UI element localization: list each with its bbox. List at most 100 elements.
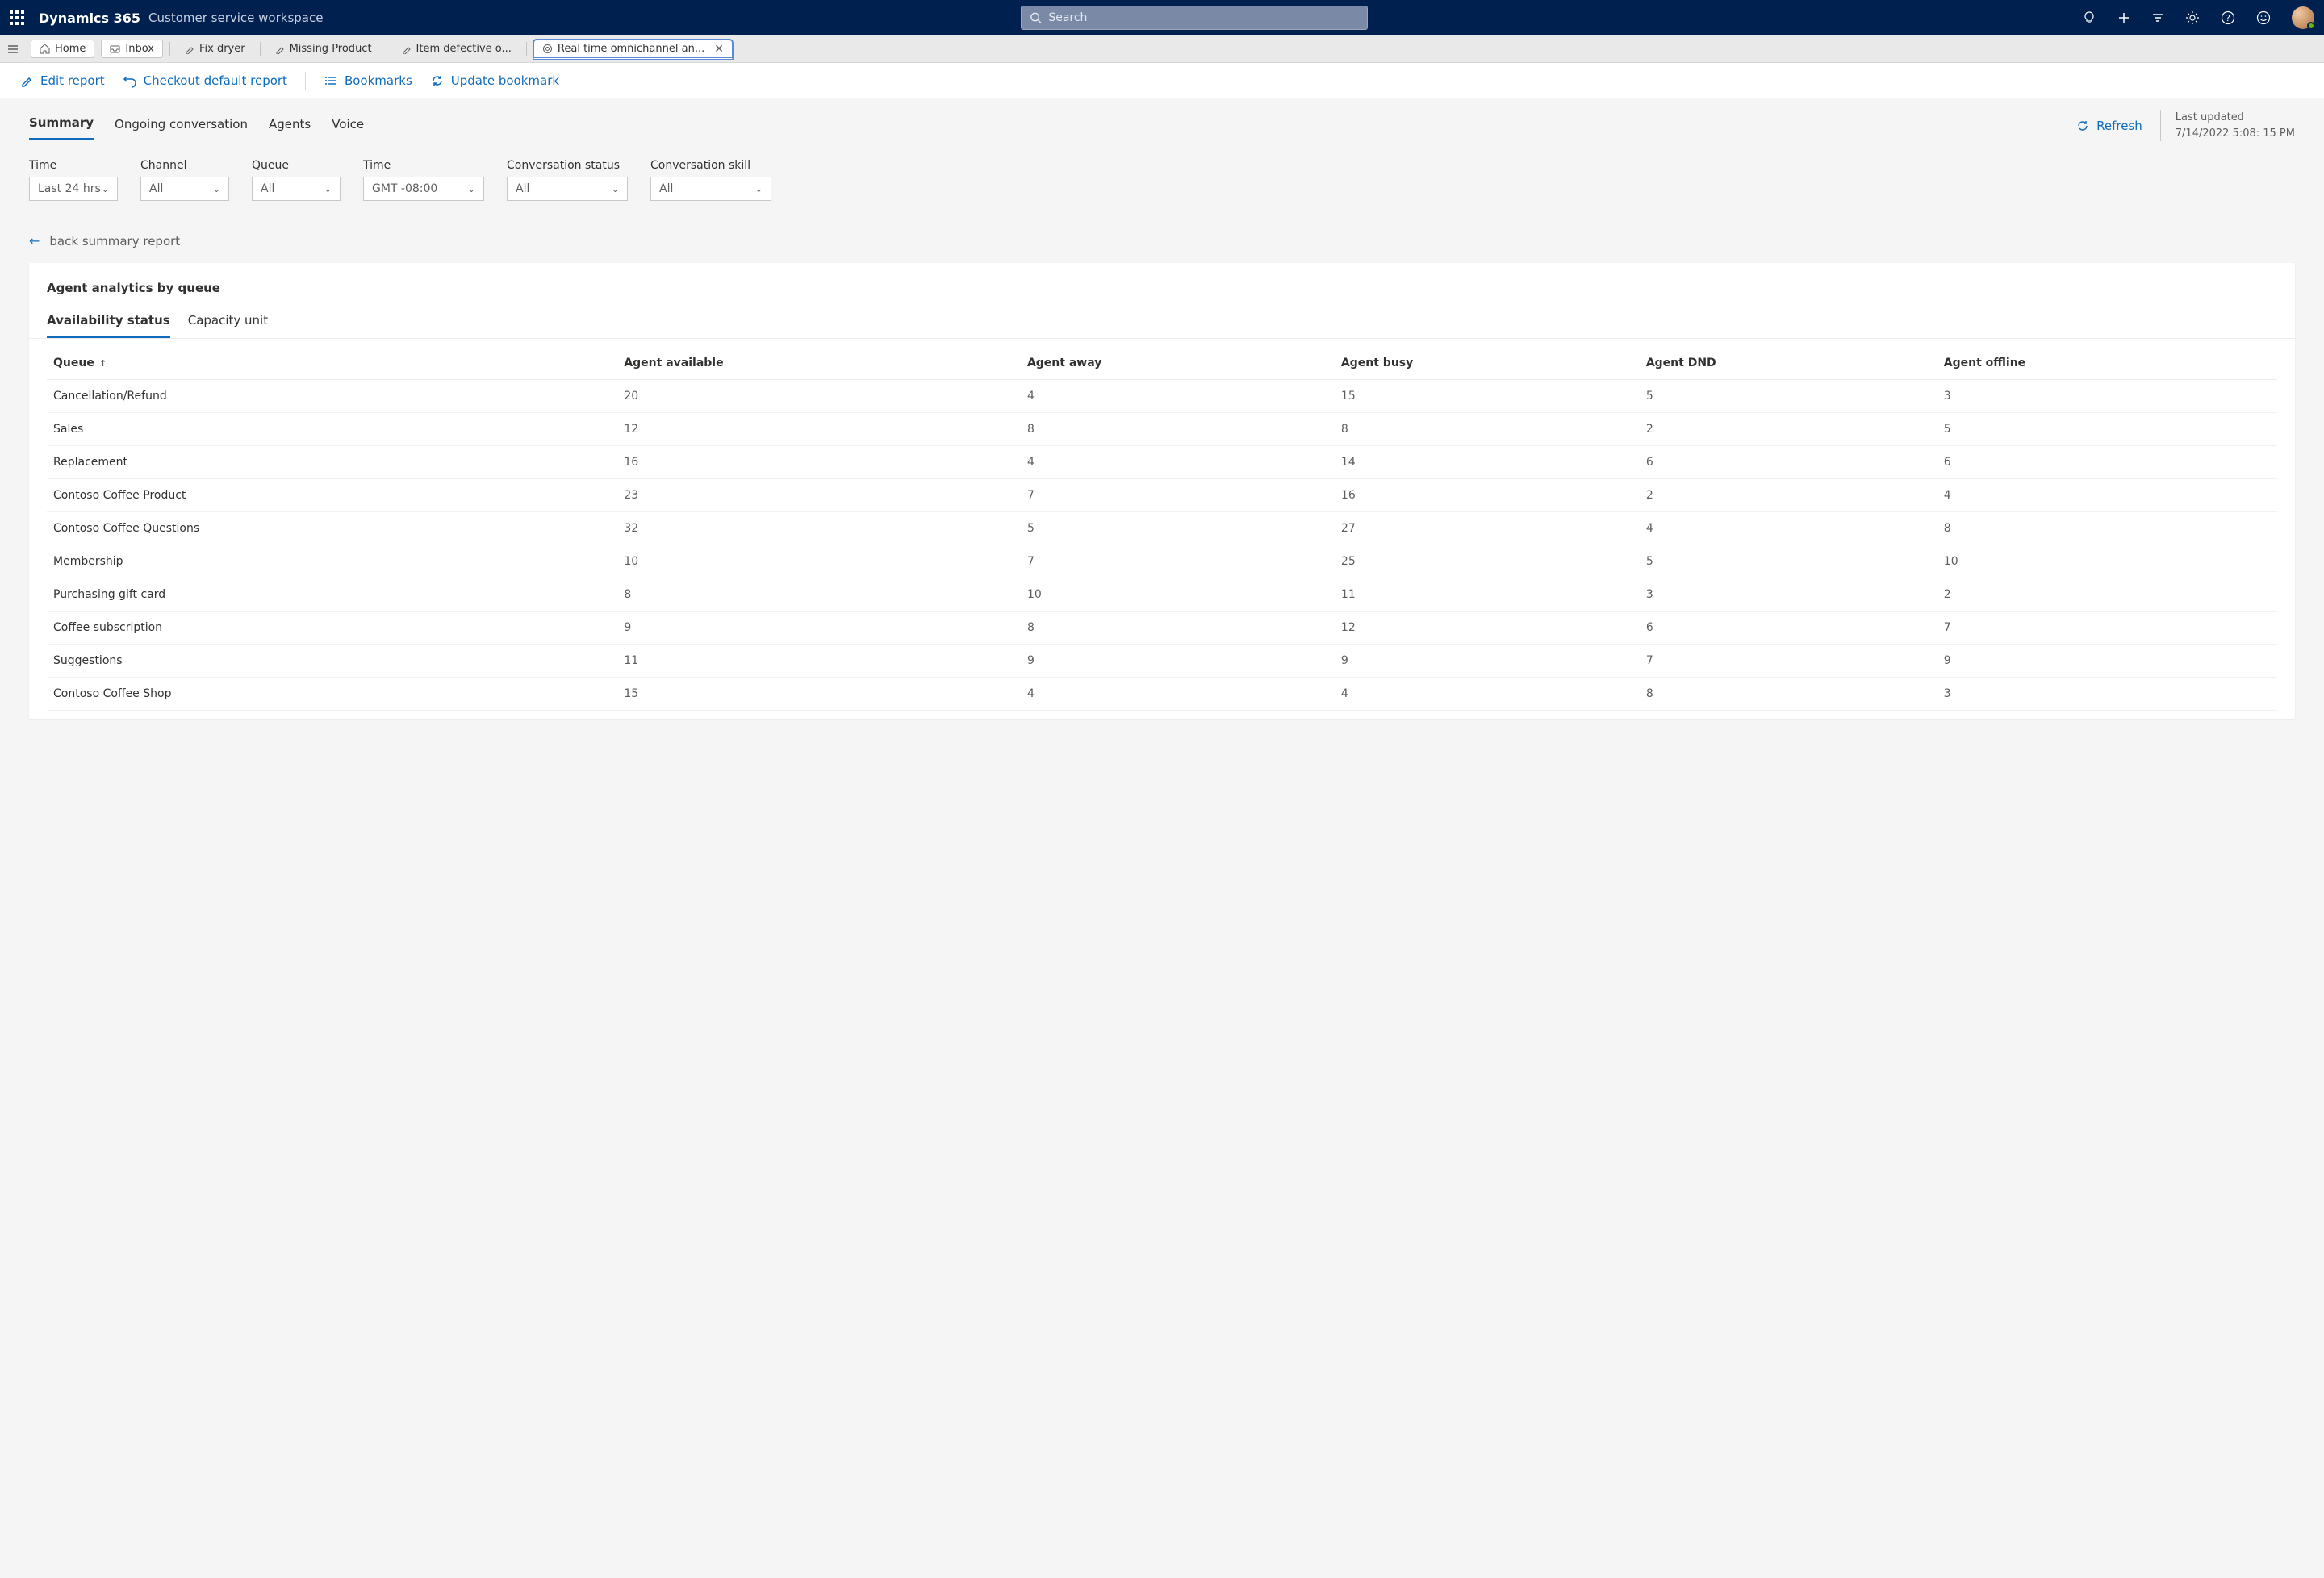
- table-row[interactable]: Contoso Coffee Questions3252748: [47, 512, 2277, 545]
- cell-available: 12: [617, 413, 1021, 446]
- cell-queue: Contoso Coffee Questions: [47, 512, 617, 545]
- chevron-down-icon: ⌄: [755, 184, 763, 194]
- filter-label: Time: [29, 159, 118, 172]
- cell-away: 4: [1021, 446, 1335, 479]
- cell-away: 4: [1021, 678, 1335, 711]
- tab-fix-dryer[interactable]: Fix dryer: [177, 40, 253, 57]
- hamburger-menu[interactable]: [6, 43, 19, 56]
- table-row[interactable]: Suggestions119979: [47, 645, 2277, 678]
- tab-missing-product[interactable]: Missing Product: [267, 40, 380, 57]
- filter-dropdown-time[interactable]: Last 24 hrs⌄: [29, 177, 118, 201]
- last-updated: Last updated 7/14/2022 5:08: 15 PM: [2160, 110, 2295, 141]
- bookmarks-button[interactable]: Bookmarks: [324, 73, 412, 88]
- filter-dropdown-conversation-status[interactable]: All⌄: [507, 177, 628, 201]
- tab-home-label: Home: [55, 43, 86, 55]
- subtab-capacity[interactable]: Capacity unit: [188, 308, 268, 338]
- table-row[interactable]: Cancellation/Refund2041553: [47, 380, 2277, 413]
- target-icon: [542, 44, 553, 54]
- tab-label: Fix dryer: [199, 43, 245, 55]
- tab-home[interactable]: Home: [31, 40, 94, 58]
- cell-busy: 12: [1335, 612, 1640, 645]
- search-input[interactable]: [1048, 11, 1359, 24]
- dropdown-value: All: [149, 182, 163, 195]
- table-row[interactable]: Sales128825: [47, 413, 2277, 446]
- cell-available: 16: [617, 446, 1021, 479]
- column-header[interactable]: Queue↑: [47, 347, 617, 380]
- tab-inbox[interactable]: Inbox: [101, 40, 163, 58]
- filter-dropdown-conversation-skill[interactable]: All ⌄: [650, 177, 771, 201]
- back-label: back summary report: [49, 234, 180, 248]
- filter-dropdown-time[interactable]: GMT -08:00⌄: [363, 177, 484, 201]
- table-row[interactable]: Contoso Coffee Product2371624: [47, 479, 2277, 512]
- table-row[interactable]: Membership10725510: [47, 545, 2277, 578]
- tab-omnichannel-analytics[interactable]: Real time omnichannel an... ✕: [533, 40, 733, 59]
- cmd-label: Checkout default report: [144, 73, 287, 88]
- report-tab-voice[interactable]: Voice: [332, 112, 364, 140]
- tab-label: Missing Product: [290, 43, 372, 55]
- global-search[interactable]: [1021, 6, 1368, 30]
- cell-queue: Coffee subscription: [47, 612, 617, 645]
- chevron-down-icon: ⌄: [213, 184, 220, 194]
- report-tab-summary[interactable]: Summary: [29, 111, 94, 140]
- plus-icon[interactable]: [2117, 11, 2130, 24]
- filter-dropdown-queue[interactable]: All⌄: [252, 177, 341, 201]
- cmd-label: Update bookmark: [451, 73, 559, 88]
- table-row[interactable]: Purchasing gift card8101132: [47, 578, 2277, 612]
- agent-analytics-table: Queue↑Agent availableAgent awayAgent bus…: [47, 347, 2277, 711]
- app-launcher-icon[interactable]: [10, 10, 24, 25]
- pencil-icon: [19, 73, 34, 88]
- refresh-button[interactable]: Refresh: [2075, 119, 2142, 133]
- cell-dnd: 4: [1640, 512, 1937, 545]
- cell-dnd: 5: [1640, 545, 1937, 578]
- cell-available: 15: [617, 678, 1021, 711]
- checkout-default-button[interactable]: Checkout default report: [123, 73, 287, 88]
- close-tab-icon[interactable]: ✕: [714, 43, 724, 56]
- edit-report-button[interactable]: Edit report: [19, 73, 105, 88]
- undo-icon: [123, 73, 137, 88]
- column-header[interactable]: Agent offline: [1937, 347, 2277, 380]
- cell-available: 20: [617, 380, 1021, 413]
- cell-busy: 9: [1335, 645, 1640, 678]
- chevron-down-icon: ⌄: [324, 184, 332, 194]
- table-row[interactable]: Coffee subscription981267: [47, 612, 2277, 645]
- cell-offline: 9: [1937, 645, 2277, 678]
- cell-away: 8: [1021, 612, 1335, 645]
- cell-offline: 10: [1937, 545, 2277, 578]
- arrow-left-icon: ←: [29, 233, 40, 248]
- lightbulb-icon[interactable]: [2082, 10, 2096, 25]
- user-avatar[interactable]: [2292, 6, 2314, 29]
- table-row[interactable]: Contoso Coffee Shop154483: [47, 678, 2277, 711]
- cell-available: 10: [617, 545, 1021, 578]
- column-header[interactable]: Agent busy: [1335, 347, 1640, 380]
- column-header[interactable]: Agent DND: [1640, 347, 1937, 380]
- tab-item-defective[interactable]: Item defective o...: [394, 40, 520, 57]
- edit-icon: [275, 44, 285, 54]
- cell-away: 8: [1021, 413, 1335, 446]
- filter-dropdown-channel[interactable]: All ⌄: [140, 177, 229, 201]
- gear-icon[interactable]: [2185, 10, 2200, 25]
- update-bookmark-button[interactable]: Update bookmark: [430, 73, 559, 88]
- column-header[interactable]: Agent available: [617, 347, 1021, 380]
- cmd-label: Bookmarks: [345, 73, 412, 88]
- column-header[interactable]: Agent away: [1021, 347, 1335, 380]
- smiley-icon[interactable]: [2256, 10, 2271, 25]
- tab-divider: [526, 42, 527, 56]
- cell-queue: Contoso Coffee Product: [47, 479, 617, 512]
- subtab-availability[interactable]: Availability status: [47, 308, 170, 338]
- filter-label: Time: [363, 159, 484, 172]
- help-icon[interactable]: ?: [2221, 10, 2235, 25]
- cmd-divider: [305, 72, 306, 90]
- back-summary-link[interactable]: ← back summary report: [29, 233, 2295, 248]
- card-title: Agent analytics by queue: [29, 281, 2295, 308]
- chevron-down-icon: ⌄: [102, 184, 109, 194]
- dropdown-value: All: [659, 182, 673, 195]
- table-row[interactable]: Replacement1641466: [47, 446, 2277, 479]
- cell-available: 11: [617, 645, 1021, 678]
- search-icon: [1030, 11, 1042, 24]
- filter-label: Channel: [140, 159, 229, 172]
- filter-icon[interactable]: [2151, 11, 2164, 24]
- tab-divider: [260, 42, 261, 56]
- cell-offline: 8: [1937, 512, 2277, 545]
- report-tab-ongoing[interactable]: Ongoing conversation: [115, 112, 248, 140]
- report-tab-agents[interactable]: Agents: [269, 112, 311, 140]
